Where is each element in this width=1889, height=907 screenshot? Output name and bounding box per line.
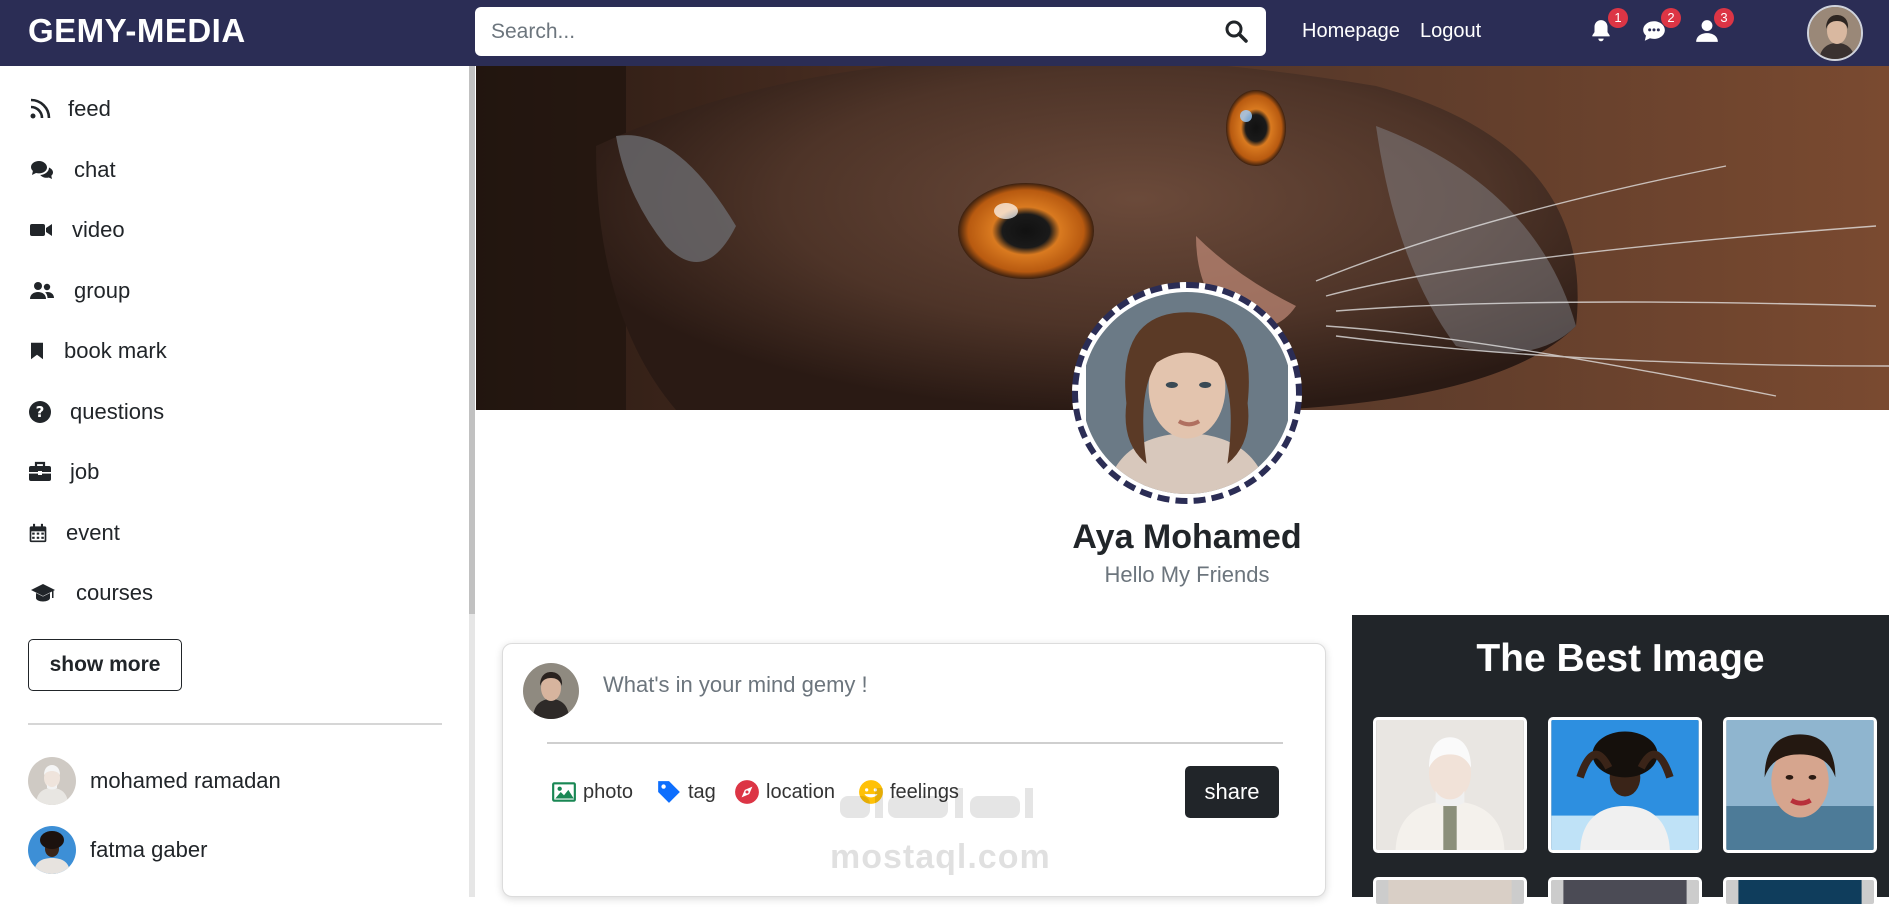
user-group-icon [30, 282, 54, 299]
sidebar-item-label: courses [76, 580, 154, 605]
calendar-icon [29, 523, 47, 543]
profile-name: Aya Mohamed [1072, 518, 1302, 556]
gallery-image[interactable] [1548, 717, 1702, 853]
question-circle-icon: ? [29, 401, 51, 423]
sidebar-item-label: group [74, 278, 131, 303]
sidebar-item-label: job [70, 459, 100, 484]
sidebar-item-job[interactable]: job [28, 456, 99, 488]
sidebar-item-label: video [72, 217, 125, 242]
best-images-panel: The Best Image [1352, 615, 1889, 907]
profile-bio: Hello My Friends [1104, 562, 1270, 587]
sidebar-divider [28, 723, 442, 725]
tag-icon [658, 781, 680, 803]
sidebar-item-label: feed [68, 96, 111, 121]
top-navbar: GEMY-MEDIA Homepage Logout 1 2 3 [0, 0, 1889, 66]
sidebar-item-video[interactable]: video [28, 214, 125, 246]
graduation-cap-icon [31, 584, 55, 602]
profile-image [1082, 292, 1292, 494]
friend-avatar [28, 757, 76, 805]
sidebar-item-bookmark[interactable]: book mark [28, 335, 167, 367]
sidebar-item-event[interactable]: event [28, 517, 120, 549]
gallery-image[interactable] [1373, 717, 1527, 853]
tag-option[interactable]: tag [656, 779, 716, 805]
friend-name: mohamed ramadan [90, 768, 281, 793]
location-option[interactable]: location [734, 779, 835, 805]
brand-logo[interactable]: GEMY-MEDIA [28, 12, 246, 50]
share-button[interactable]: share [1185, 766, 1279, 818]
profile-avatar[interactable] [1072, 282, 1302, 504]
comments-icon [31, 161, 53, 179]
logout-link[interactable]: Logout [1420, 20, 1481, 43]
photo-label: photo [583, 780, 634, 803]
sidebar-item-questions[interactable]: ? questions [28, 396, 164, 428]
post-divider [547, 742, 1283, 744]
gallery-image[interactable] [1373, 877, 1527, 907]
friend-name: fatma gaber [90, 837, 208, 862]
watermark-text: mostaql.com [830, 838, 1051, 876]
rss-icon [30, 98, 51, 119]
messages-badge: 2 [1661, 8, 1681, 28]
notifications-button[interactable]: 1 [1588, 8, 1628, 46]
show-more-button[interactable]: show more [28, 639, 182, 691]
location-label: location [766, 780, 835, 803]
notifications-badge: 1 [1608, 8, 1628, 28]
messages-button[interactable]: 2 [1641, 8, 1681, 46]
briefcase-icon [29, 461, 51, 481]
search-input[interactable] [491, 9, 1211, 54]
friend-requests-button[interactable]: 3 [1694, 8, 1734, 46]
sidebar-item-feed[interactable]: feed [28, 93, 111, 125]
sidebar-item-label: questions [70, 399, 165, 424]
best-images-title: The Best Image [1476, 637, 1765, 680]
post-user-avatar [523, 663, 579, 719]
sidebar-item-label: event [66, 520, 120, 545]
gallery-image[interactable] [1723, 717, 1877, 853]
sidebar-item-courses[interactable]: courses [28, 577, 153, 609]
compass-icon [735, 780, 759, 804]
tag-label: tag [688, 780, 716, 803]
post-text-input[interactable]: What's in your mind gemy ! [603, 672, 1203, 698]
sidebar-scrollbar[interactable] [469, 66, 475, 897]
sidebar-item-label: chat [74, 157, 116, 182]
search-bar [475, 7, 1266, 56]
user-avatar[interactable] [1807, 5, 1863, 61]
bookmark-icon [31, 342, 43, 360]
gallery-image[interactable] [1548, 877, 1702, 907]
avatar-image [1809, 7, 1861, 59]
gallery-image[interactable] [1723, 877, 1877, 907]
sidebar-item-label: book mark [64, 338, 167, 363]
friend-avatar [28, 826, 76, 874]
sidebar-item-chat[interactable]: chat [28, 154, 116, 186]
image-icon [552, 782, 576, 802]
scrollbar-thumb[interactable] [469, 66, 475, 614]
sidebar-item-group[interactable]: group [28, 275, 130, 307]
photo-option[interactable]: photo [551, 779, 633, 805]
svg-text:?: ? [36, 403, 45, 421]
friend-item-mohamed-ramadan[interactable]: mohamed ramadan [28, 757, 281, 805]
watermark-logo [840, 788, 1033, 818]
left-sidebar: feed chat video group book mark ? questi… [0, 66, 470, 897]
video-icon [30, 224, 52, 236]
homepage-link[interactable]: Homepage [1302, 20, 1400, 43]
friend-item-fatma-gaber[interactable]: fatma gaber [28, 826, 207, 874]
search-icon[interactable] [1224, 19, 1248, 43]
friend-requests-badge: 3 [1714, 8, 1734, 28]
